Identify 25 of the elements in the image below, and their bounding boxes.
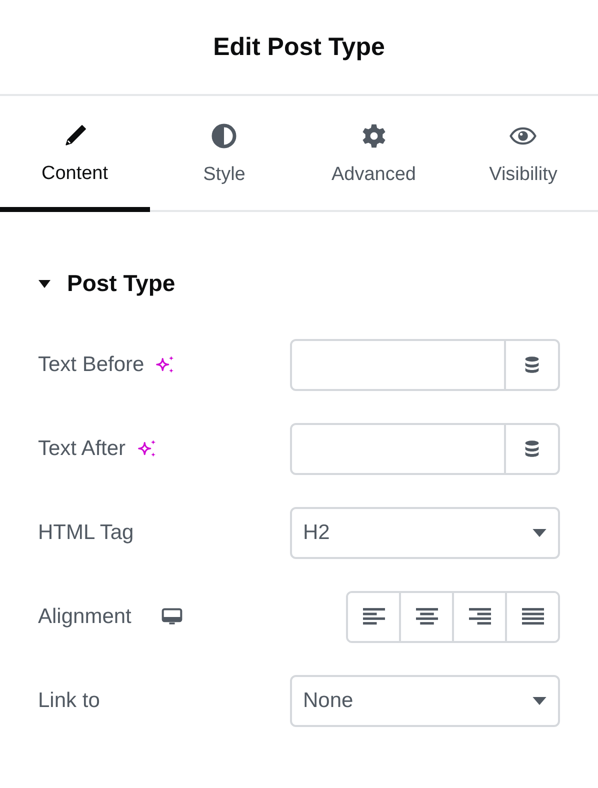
align-icon [416, 608, 438, 626]
alignment-button[interactable] [505, 593, 558, 641]
caret-icon [532, 697, 547, 705]
section-toggle[interactable]: Post Type [38, 270, 176, 297]
align-icon [468, 608, 490, 626]
field-label: Text After [38, 437, 126, 461]
select-field[interactable]: None [290, 675, 560, 727]
select-field[interactable]: H2 [290, 507, 560, 559]
tab[interactable]: Visibility [448, 96, 598, 212]
field-label: HTML Tag [38, 521, 134, 545]
field-label: Link to [38, 689, 100, 713]
field-label: Alignment [38, 605, 132, 629]
field-label: Text Before [38, 353, 144, 377]
tab[interactable]: Content [0, 96, 150, 212]
text-field[interactable] [290, 339, 560, 391]
caret-icon [38, 280, 51, 288]
tab[interactable]: Style [150, 96, 299, 212]
text-field[interactable] [290, 423, 560, 475]
caret-icon [532, 529, 547, 537]
alignment-control[interactable] [346, 591, 560, 643]
align-icon [362, 608, 384, 626]
panel-title: Edit Post Type [213, 32, 385, 62]
align-icon [522, 608, 544, 626]
tab[interactable]: Advanced [299, 96, 448, 212]
contrast-icon [210, 122, 238, 150]
